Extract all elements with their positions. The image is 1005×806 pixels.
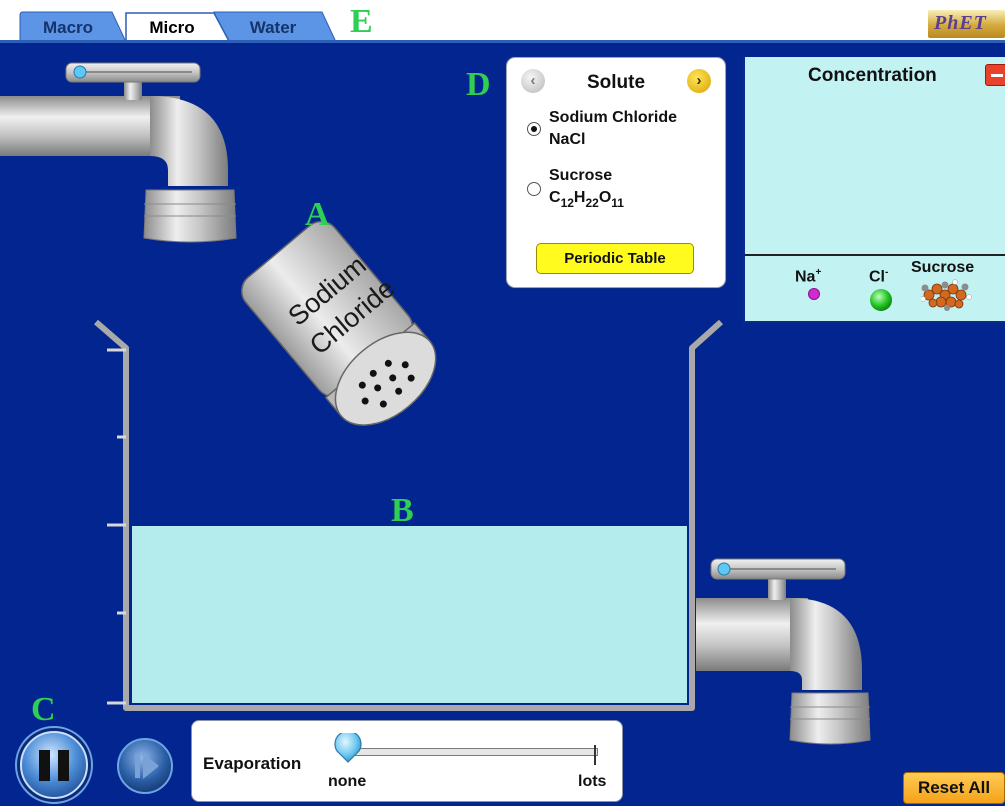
formula-element: H [573, 189, 586, 206]
formula-element: O [598, 189, 612, 206]
pause-icon-bar-left [39, 750, 50, 781]
evaporation-slider-track[interactable] [348, 748, 598, 756]
sucrose-molecule-icon [921, 279, 972, 311]
formula-subscript: 12 [560, 196, 574, 210]
solute-name: Sucrose [549, 167, 613, 184]
sugar-salt-solutions-app: Macro Water Micro E PhET Sodium Chloride… [0, 0, 1005, 806]
radio-sucrose[interactable] [527, 182, 541, 196]
pause-button[interactable] [15, 726, 93, 804]
solute-option-sucrose[interactable]: Sucrose C12H22O11 [527, 165, 717, 217]
reset-all-button[interactable]: Reset All [903, 772, 1005, 804]
periodic-table-button[interactable]: Periodic Table [536, 243, 694, 274]
formula-subscript: 22 [585, 196, 599, 210]
solute-next-button[interactable]: › [687, 69, 711, 93]
concentration-panel: Concentration Na+ Cl- Sucrose [743, 57, 1005, 323]
solute-option-label: Sodium Chloride NaCl [549, 107, 677, 151]
evaporation-label: Evaporation [203, 754, 302, 773]
solute-panel: ‹ Solute › Sodium Chloride NaCl Sucrose … [506, 57, 726, 288]
beaker-water [132, 526, 687, 703]
annotation-a: A [305, 196, 330, 233]
input-faucet[interactable] [0, 62, 237, 243]
chevron-right-icon: › [696, 72, 702, 89]
solute-formula: NaCl [549, 131, 586, 148]
concentration-title: Concentration [808, 65, 937, 86]
evaporation-slider-end-tick [594, 745, 596, 765]
legend-sucrose-label: Sucrose [911, 259, 975, 276]
legend-na-text: Na [795, 268, 816, 286]
legend-na-label: Na+ [795, 267, 821, 286]
na-ion-icon [808, 288, 820, 300]
drain-faucet[interactable] [696, 558, 871, 745]
cl-ion-icon [870, 289, 892, 311]
step-icon-bar [135, 754, 140, 778]
radio-sodium-chloride[interactable] [527, 122, 541, 136]
evaporation-slider-thumb[interactable] [333, 733, 363, 763]
solute-option-sodium-chloride[interactable]: Sodium Chloride NaCl [527, 107, 717, 153]
solute-option-label: Sucrose C12H22O11 [549, 165, 624, 210]
legend-cl-text: Cl [869, 268, 885, 286]
input-faucet-elbow [150, 96, 228, 186]
concentration-axis [745, 254, 1005, 256]
step-button[interactable] [117, 738, 173, 794]
formula-subscript: 11 [611, 196, 624, 210]
input-faucet-knob[interactable] [73, 65, 87, 79]
minimize-icon[interactable] [985, 64, 1005, 86]
evaporation-panel: Evaporation none lots [191, 720, 623, 802]
annotation-d: D [466, 66, 491, 103]
formula-element: C [549, 189, 561, 206]
evaporation-min-label: none [328, 773, 367, 790]
legend-na-charge: + [815, 267, 822, 278]
annotation-c: C [31, 691, 56, 728]
legend-cl-label: Cl- [869, 267, 888, 286]
solute-name: Sodium Chloride [549, 109, 677, 126]
drain-faucet-knob[interactable] [717, 562, 731, 576]
salt-shaker[interactable]: Sodium Chloride [234, 210, 458, 444]
drain-faucet-stem [768, 578, 786, 600]
legend-cl-charge: - [885, 267, 889, 278]
pause-icon-bar-right [58, 750, 69, 781]
evaporation-max-label: lots [578, 773, 607, 790]
solute-formula: C12H22O11 [549, 187, 624, 210]
drain-faucet-elbow [790, 598, 862, 690]
annotation-b: B [391, 492, 414, 529]
